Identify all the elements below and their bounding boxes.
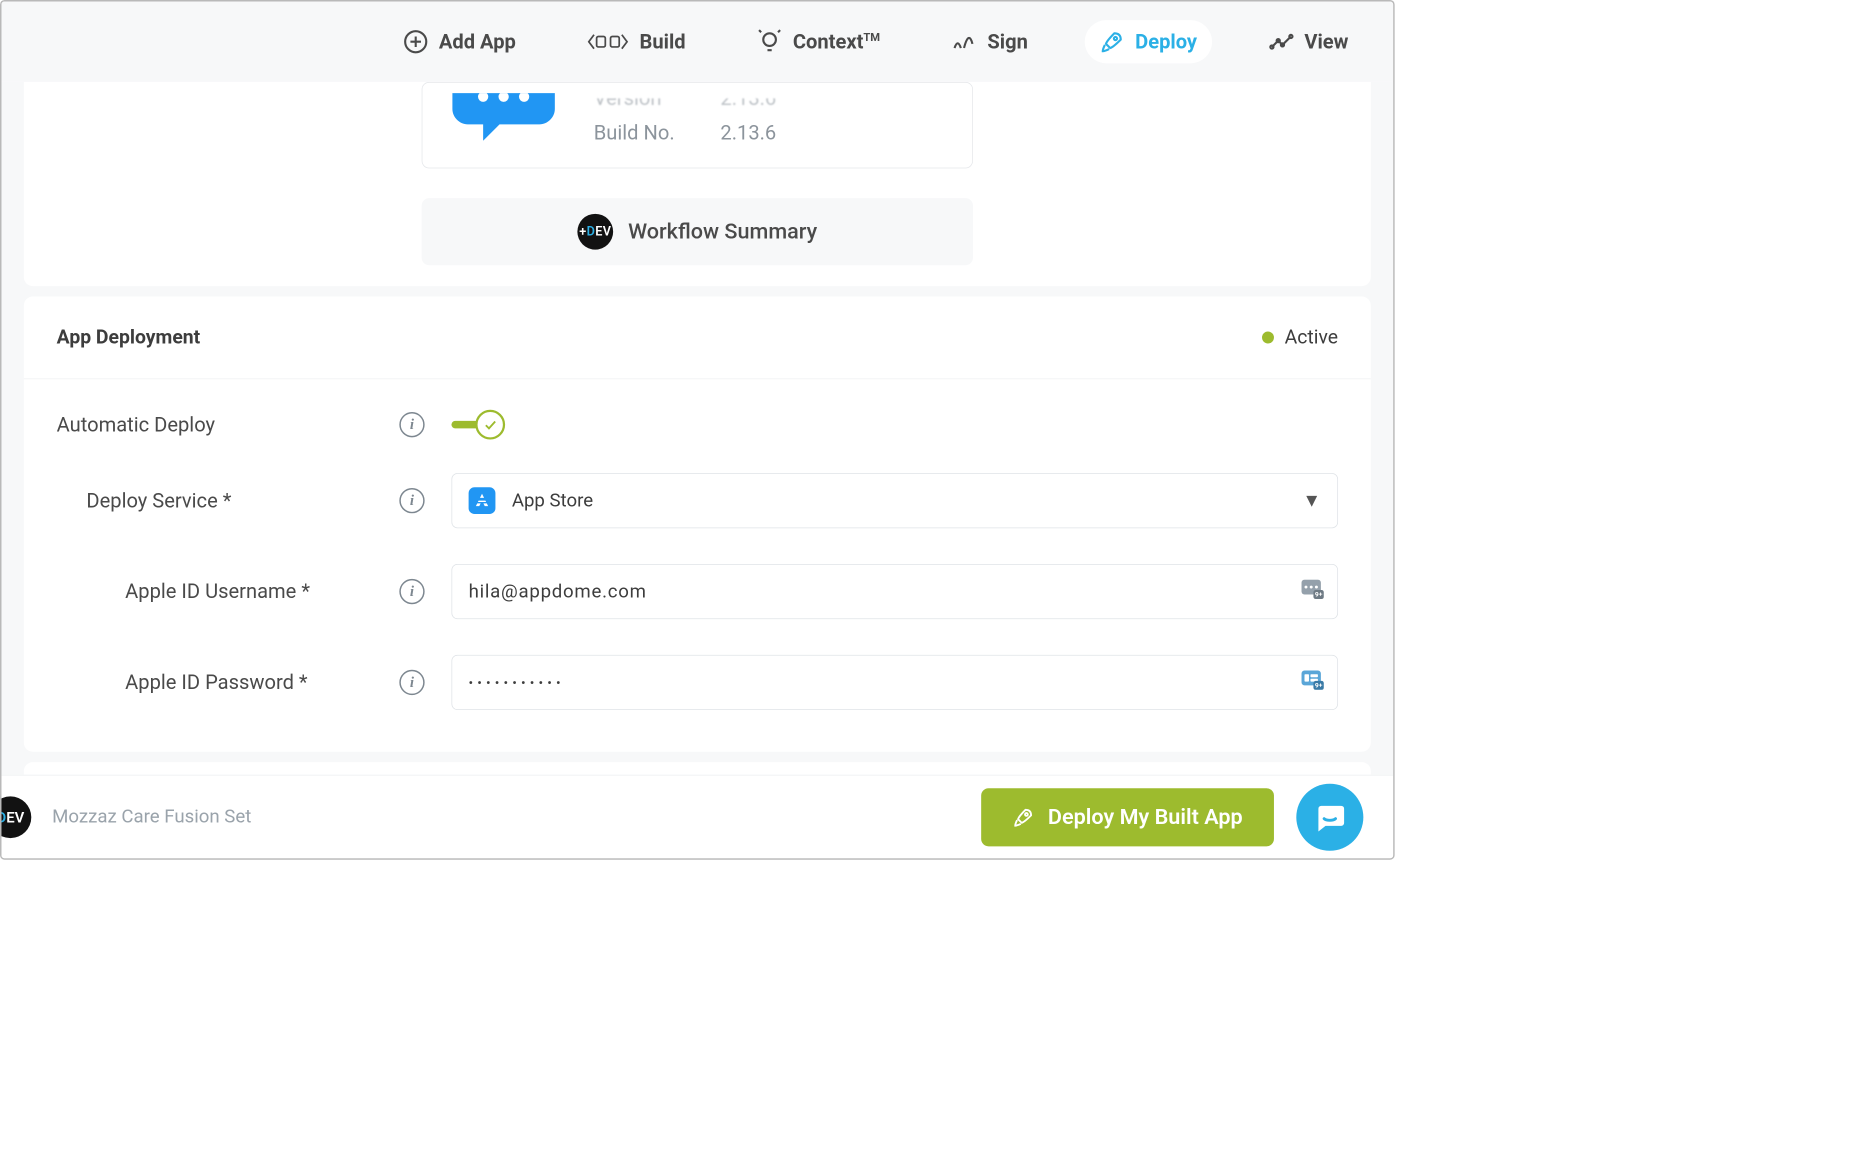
next-panel-peek — [24, 762, 1371, 775]
panel-title: App Deployment — [57, 326, 201, 348]
lightbulb-icon — [757, 29, 782, 54]
deploy-button-label: Deploy My Built App — [1048, 804, 1243, 829]
chart-icon — [1269, 29, 1294, 54]
deployment-form: Automatic Deploy i Deploy Service i — [24, 379, 1371, 752]
chevron-down-icon: ▼ — [1302, 490, 1320, 512]
build-value: 2.13.6 — [720, 121, 776, 145]
nav-sign[interactable]: Sign — [937, 20, 1043, 63]
apple-id-password-field[interactable]: 9+ — [451, 655, 1338, 710]
deploy-service-label: Deploy Service — [57, 489, 400, 513]
workflow-summary-button[interactable]: +DEV Workflow Summary — [422, 198, 973, 265]
deploy-service-select[interactable]: App Store ▼ — [451, 473, 1338, 528]
svg-text:9+: 9+ — [1315, 590, 1323, 598]
info-icon[interactable]: i — [399, 670, 424, 695]
auto-deploy-toggle[interactable] — [451, 421, 1338, 428]
main-content: Version 2.13.6 Build No. 2.13.6 +DEV Wor… — [1, 82, 1393, 775]
dev-badge-icon: DEV — [0, 796, 31, 838]
nav-label: View — [1304, 30, 1348, 54]
footer-bar: DEV Mozzaz Care Fusion Set Deploy My Bui… — [1, 775, 1393, 858]
chat-support-button[interactable] — [1296, 783, 1363, 850]
info-icon[interactable]: i — [399, 488, 424, 513]
apple-id-username-field[interactable]: 9+ — [451, 564, 1338, 619]
dev-badge-icon: +DEV — [577, 214, 613, 250]
deployment-panel: App Deployment Active Automatic Deploy i… — [24, 297, 1371, 752]
apple-id-password-input[interactable] — [469, 675, 1321, 689]
status-label: Active — [1285, 326, 1338, 348]
app-info-box: Version 2.13.6 Build No. 2.13.6 — [422, 82, 973, 168]
plus-circle-icon — [403, 29, 428, 54]
nav-view[interactable]: View — [1254, 20, 1364, 63]
status-dot-icon — [1262, 332, 1274, 344]
nav-label: Deploy — [1135, 30, 1197, 54]
row-apple-id-password: Apple ID Password i 9+ — [57, 655, 1338, 710]
apple-id-username-label: Apple ID Username — [57, 580, 400, 604]
app-window: Add App Build ContextTM Sign Deploy View — [0, 0, 1395, 860]
deploy-service-value: App Store — [512, 490, 593, 512]
apple-id-password-label: Apple ID Password — [57, 671, 400, 695]
row-auto-deploy: Automatic Deploy i — [57, 412, 1338, 437]
signature-icon — [952, 29, 977, 54]
nav-deploy[interactable]: Deploy — [1084, 20, 1211, 63]
password-manager-icon[interactable]: 9+ — [1302, 579, 1324, 604]
check-icon — [475, 410, 505, 440]
row-apple-id-username: Apple ID Username i 9+ — [57, 564, 1338, 619]
info-icon[interactable]: i — [399, 412, 424, 437]
workflow-summary-label: Workflow Summary — [628, 219, 817, 244]
password-manager-icon[interactable]: 9+ — [1302, 670, 1324, 695]
status-badge: Active — [1262, 326, 1338, 348]
nav-add-app[interactable]: Add App — [388, 20, 531, 63]
app-summary-card: Version 2.13.6 Build No. 2.13.6 +DEV Wor… — [24, 82, 1371, 286]
app-info-grid: Version 2.13.6 Build No. 2.13.6 — [594, 98, 776, 144]
app-icon — [448, 93, 560, 150]
panel-header: App Deployment Active — [24, 297, 1371, 380]
nav-context[interactable]: ContextTM — [742, 20, 895, 63]
nav-label: Build — [640, 30, 686, 54]
nav-label: Add App — [439, 30, 516, 54]
nav-build[interactable]: Build — [572, 20, 700, 63]
apple-id-username-input[interactable] — [469, 581, 1321, 603]
rocket-icon — [1012, 806, 1034, 828]
appstore-icon — [469, 487, 496, 514]
nav-label: Sign — [987, 30, 1027, 54]
version-label: Version — [594, 98, 721, 111]
footer-app-name: Mozzaz Care Fusion Set — [52, 806, 251, 828]
auto-deploy-label: Automatic Deploy — [57, 413, 400, 437]
row-deploy-service: Deploy Service i App Store ▼ — [57, 473, 1338, 528]
build-icon — [587, 29, 629, 54]
chat-icon — [1313, 800, 1347, 834]
top-nav: Add App Build ContextTM Sign Deploy View — [1, 1, 1393, 81]
build-label: Build No. — [594, 121, 721, 145]
version-value: 2.13.6 — [720, 98, 776, 111]
svg-text:9+: 9+ — [1315, 681, 1323, 689]
deploy-my-built-app-button[interactable]: Deploy My Built App — [981, 788, 1274, 846]
info-icon[interactable]: i — [399, 579, 424, 604]
nav-label: ContextTM — [793, 30, 880, 54]
rocket-icon — [1099, 29, 1124, 54]
